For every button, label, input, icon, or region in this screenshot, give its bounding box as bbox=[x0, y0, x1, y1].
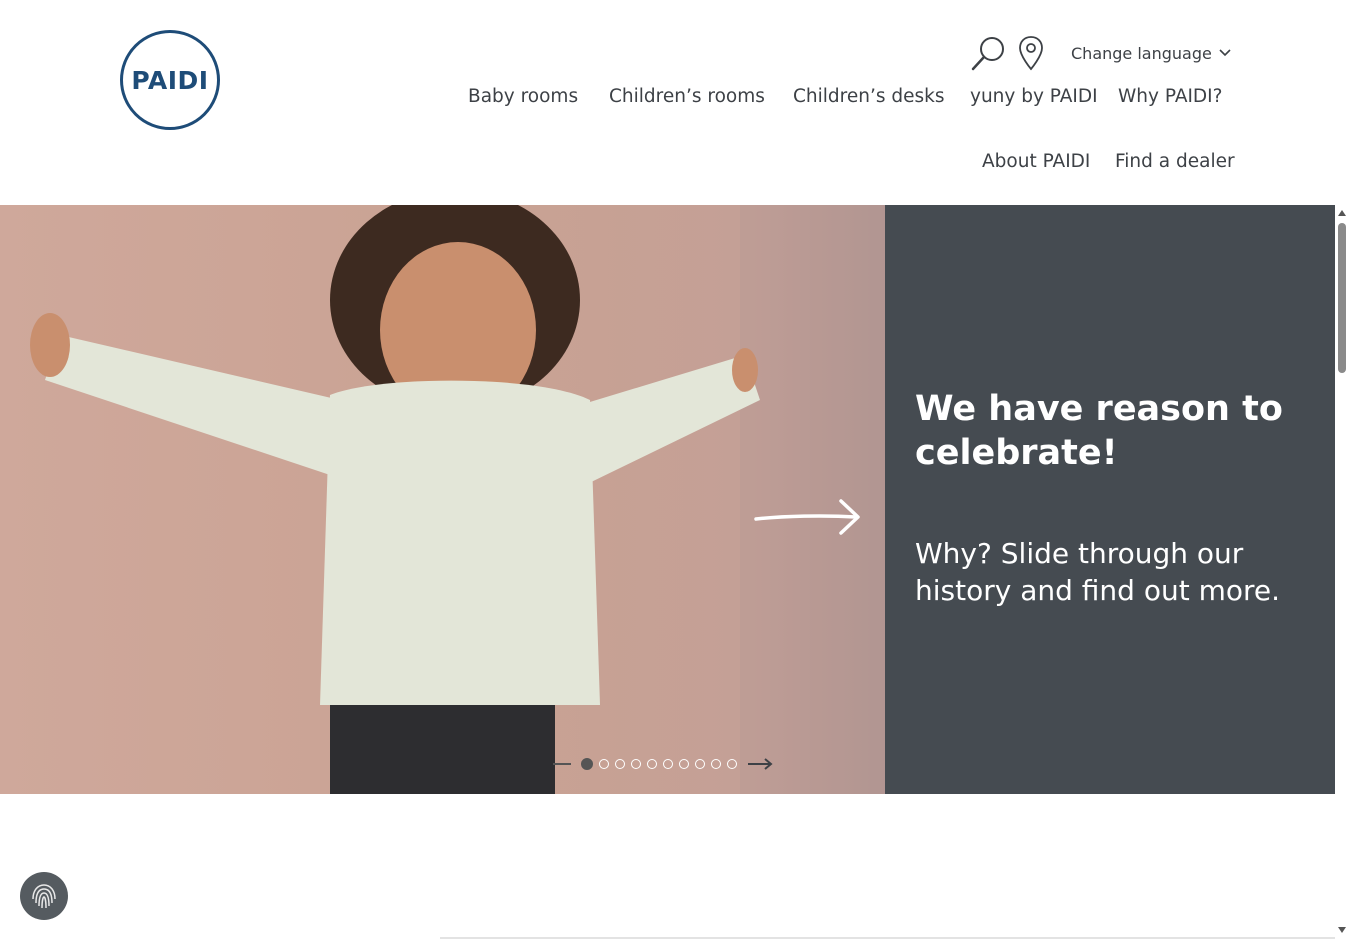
paidi-logo[interactable]: PAIDI bbox=[120, 30, 220, 130]
nav-why-paidi[interactable]: Why PAIDI? bbox=[1118, 86, 1222, 107]
hero-slider: We have reason to celebrate! Why? Slide … bbox=[0, 205, 1335, 794]
change-language-label: Change language bbox=[1071, 43, 1212, 63]
location-pin-icon[interactable] bbox=[1018, 35, 1046, 73]
search-icon[interactable] bbox=[970, 35, 1010, 73]
hero-image-child-in-sweater bbox=[0, 205, 885, 794]
fingerprint-icon[interactable] bbox=[20, 872, 68, 920]
hero-text-panel: We have reason to celebrate! Why? Slide … bbox=[885, 205, 1335, 794]
logo-text: PAIDI bbox=[131, 65, 209, 95]
hero-title: We have reason to celebrate! bbox=[915, 389, 1283, 473]
nav-about-paidi[interactable]: About PAIDI bbox=[982, 151, 1090, 172]
slide-dot-4[interactable] bbox=[631, 759, 641, 769]
hero-next-arrow-icon[interactable] bbox=[753, 498, 863, 536]
scroll-up-arrow-icon[interactable] bbox=[1338, 210, 1346, 216]
section-divider bbox=[440, 937, 1335, 939]
hero-subtitle: Why? Slide through our history and find … bbox=[915, 537, 1281, 607]
slide-dot-3[interactable] bbox=[615, 759, 625, 769]
scroll-down-arrow-icon[interactable] bbox=[1338, 927, 1346, 933]
nav-childrens-desks[interactable]: Children’s desks bbox=[793, 86, 945, 107]
scroll-thumb[interactable] bbox=[1338, 223, 1346, 373]
change-language-dropdown[interactable]: Change language bbox=[1071, 42, 1232, 64]
slide-dot-1[interactable] bbox=[581, 758, 593, 770]
slide-dot-2[interactable] bbox=[599, 759, 609, 769]
nav-baby-rooms[interactable]: Baby rooms bbox=[468, 86, 578, 107]
nav-find-a-dealer[interactable]: Find a dealer bbox=[1115, 151, 1235, 172]
site-header: PAIDI Change language Baby rooms Childre… bbox=[0, 0, 1335, 205]
slide-dot-6[interactable] bbox=[663, 759, 673, 769]
slide-dot-9[interactable] bbox=[711, 759, 721, 769]
slide-dot-10[interactable] bbox=[727, 759, 737, 769]
page-scrollbar[interactable] bbox=[1335, 205, 1350, 940]
slide-pagination bbox=[553, 755, 773, 773]
slide-dot-7[interactable] bbox=[679, 759, 689, 769]
slide-dot-8[interactable] bbox=[695, 759, 705, 769]
nav-yuny-by-paidi[interactable]: yuny by PAIDI bbox=[970, 86, 1098, 107]
chevron-down-icon bbox=[1219, 49, 1231, 57]
pager-next-arrow-icon[interactable] bbox=[747, 758, 773, 770]
slide-dot-5[interactable] bbox=[647, 759, 657, 769]
pager-prev-arrow-icon[interactable] bbox=[553, 763, 571, 765]
nav-childrens-rooms[interactable]: Children’s rooms bbox=[609, 86, 765, 107]
